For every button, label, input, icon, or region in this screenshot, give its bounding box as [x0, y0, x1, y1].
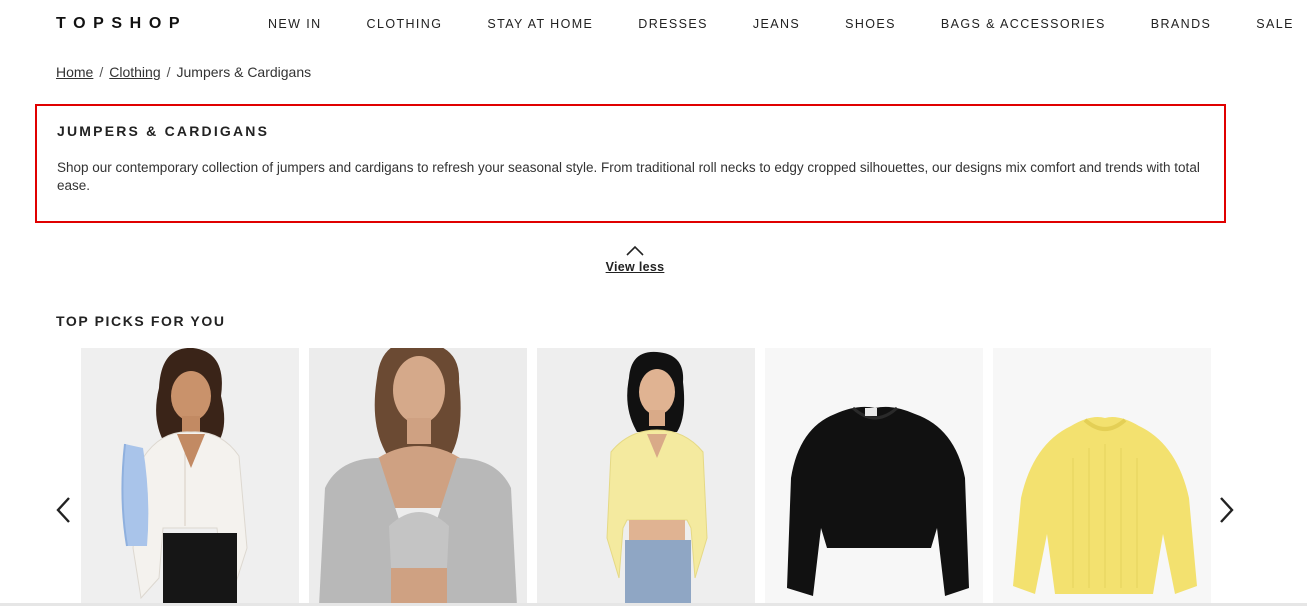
view-less-toggle[interactable]: View less	[596, 244, 674, 274]
product-image-white-cardigan	[81, 348, 299, 606]
chevron-left-icon	[54, 497, 74, 529]
product-carousel	[81, 348, 1211, 606]
nav-item-jeans[interactable]: JEANS	[753, 17, 800, 31]
nav-item-shoes[interactable]: SHOES	[845, 17, 896, 31]
nav-item-bags-accessories[interactable]: BAGS & ACCESSORIES	[941, 17, 1106, 31]
top-nav: TOPSHOP NEW IN CLOTHING STAY AT HOME DRE…	[0, 0, 1307, 50]
product-card[interactable]	[993, 348, 1211, 606]
product-image-grey-cardigan	[309, 348, 527, 606]
product-card[interactable]	[765, 348, 983, 606]
chevron-up-icon	[626, 244, 644, 256]
page: TOPSHOP NEW IN CLOTHING STAY AT HOME DRE…	[0, 0, 1307, 606]
brand-logo[interactable]: TOPSHOP	[56, 15, 187, 33]
chevron-right-icon	[1216, 497, 1236, 529]
nav-item-clothing[interactable]: CLOTHING	[367, 17, 443, 31]
breadcrumb-current: Jumpers & Cardigans	[176, 64, 312, 80]
nav-item-sale[interactable]: SALE	[1256, 17, 1294, 31]
breadcrumb-home[interactable]: Home	[56, 64, 93, 80]
product-card[interactable]	[537, 348, 755, 606]
carousel-prev-button[interactable]	[54, 495, 74, 525]
category-description-box: JUMPERS & CARDIGANS Shop our contemporar…	[35, 104, 1226, 223]
breadcrumb: Home / Clothing / Jumpers & Cardigans	[56, 64, 311, 80]
view-less-label[interactable]: View less	[606, 260, 665, 274]
category-description: Shop our contemporary collection of jump…	[57, 160, 1200, 193]
carousel-next-button[interactable]	[1216, 495, 1236, 525]
product-card[interactable]	[309, 348, 527, 606]
breadcrumb-clothing[interactable]: Clothing	[109, 64, 160, 80]
product-image-black-jumper	[765, 348, 983, 606]
nav-item-brands[interactable]: BRANDS	[1151, 17, 1212, 31]
breadcrumb-separator: /	[166, 64, 171, 80]
product-card[interactable]	[81, 348, 299, 606]
category-title: JUMPERS & CARDIGANS	[57, 123, 270, 139]
product-image-yellow-jumper	[993, 348, 1211, 606]
top-picks-title: TOP PICKS FOR YOU	[56, 313, 226, 329]
breadcrumb-separator: /	[99, 64, 104, 80]
nav-item-dresses[interactable]: DRESSES	[638, 17, 708, 31]
product-image-yellow-cardigan	[537, 348, 755, 606]
nav-menu: NEW IN CLOTHING STAY AT HOME DRESSES JEA…	[268, 17, 1294, 31]
nav-item-new-in[interactable]: NEW IN	[268, 17, 322, 31]
nav-item-stay-at-home[interactable]: STAY AT HOME	[487, 17, 593, 31]
